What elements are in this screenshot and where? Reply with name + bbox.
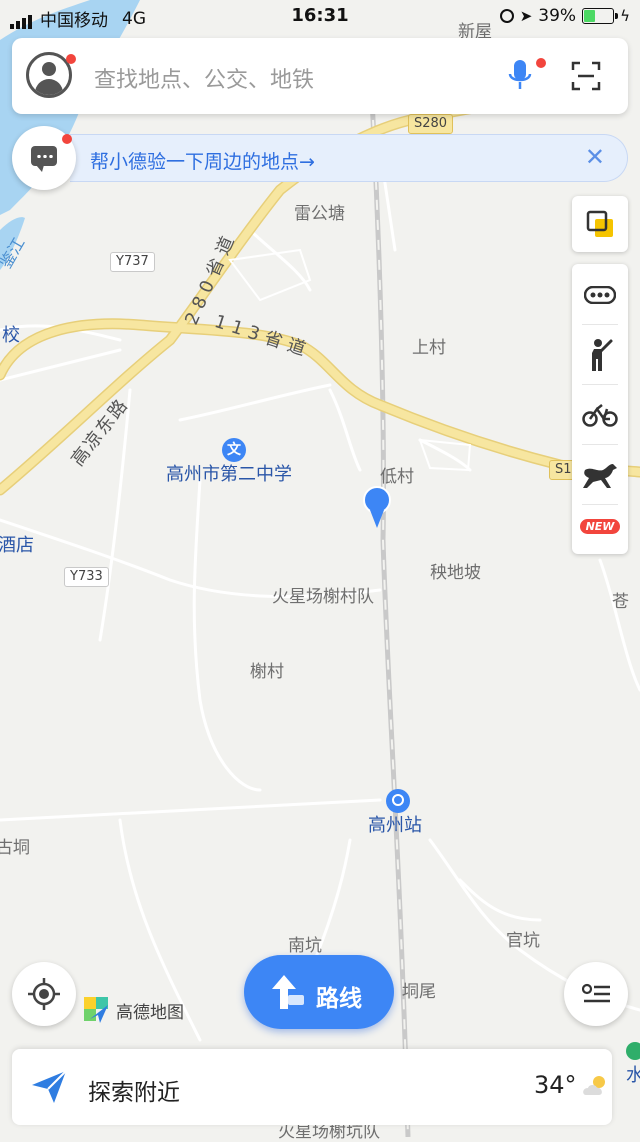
poi-label-hotel[interactable]: 酒店 <box>0 536 34 556</box>
partly-cloudy-icon <box>583 1076 605 1095</box>
taxi-button[interactable] <box>572 326 628 384</box>
place-label[interactable]: 苍 <box>612 592 629 612</box>
tip-banner[interactable]: 帮小德验一下周边的地点→ ✕ <box>70 134 628 182</box>
place-label[interactable]: 秧地坡 <box>430 563 481 583</box>
search-input[interactable]: 查找地点、公交、地铁 <box>94 62 314 94</box>
amap-logo-icon <box>84 997 108 1023</box>
horse-button[interactable] <box>572 446 628 504</box>
horse-icon <box>583 464 617 488</box>
orientation-lock-icon <box>499 9 514 23</box>
status-right: ➤ 39% ϟ <box>499 6 630 26</box>
road-shield-y737: Y737 <box>110 252 155 272</box>
scan-icon[interactable] <box>570 60 602 92</box>
battery-icon <box>582 8 619 24</box>
charging-icon: ϟ <box>620 7 630 25</box>
traffic-icon <box>584 286 616 304</box>
search-bar[interactable]: 查找地点、公交、地铁 <box>12 38 628 114</box>
map-tools-panel: NEW <box>572 264 628 554</box>
status-bar: 中国移动 4G 16:31 ➤ 39% ϟ <box>0 0 640 34</box>
microphone-icon[interactable] <box>506 58 534 94</box>
current-location-marker[interactable] <box>362 486 392 530</box>
layers-icon <box>586 210 613 237</box>
hailing-person-icon <box>592 339 613 371</box>
train-station-icon[interactable] <box>386 789 410 813</box>
place-label[interactable]: 火星场榭坑队 <box>278 1122 380 1142</box>
new-feature-button[interactable]: NEW <box>572 500 628 552</box>
place-label[interactable]: 榭村 <box>250 662 284 682</box>
explore-label[interactable]: 探索附近 <box>88 1073 180 1107</box>
place-label[interactable]: 上村 <box>412 338 446 358</box>
layers-button[interactable] <box>572 196 628 252</box>
message-notification-dot <box>62 134 72 144</box>
poi-marker-green[interactable] <box>626 1042 640 1060</box>
school-icon-label: 文 <box>227 442 241 458</box>
send-arrow-icon <box>32 1070 67 1103</box>
close-icon[interactable]: ✕ <box>585 145 605 169</box>
location-arrow-icon: ➤ <box>519 7 533 25</box>
place-label[interactable]: 火星场榭村队 <box>272 587 374 607</box>
poi-label-school[interactable]: 高州市第二中学 <box>166 465 292 485</box>
place-label[interactable]: 校 <box>2 326 20 346</box>
place-label[interactable]: 水 <box>626 1066 640 1086</box>
list-button[interactable] <box>564 962 628 1026</box>
route-arrow-icon <box>272 975 304 1009</box>
school-icon[interactable]: 文 <box>222 438 246 462</box>
avatar-notification-dot <box>66 54 76 64</box>
place-label[interactable]: 南坑 <box>288 936 322 956</box>
brand-name: 高德地图 <box>116 1002 184 1023</box>
place-label[interactable]: 官坑 <box>506 931 540 951</box>
new-badge: NEW <box>579 518 621 534</box>
road-shield-y733: Y733 <box>64 567 109 587</box>
locate-me-button[interactable] <box>12 962 76 1026</box>
route-button[interactable]: 路线 <box>244 955 394 1029</box>
list-icon <box>582 983 610 1003</box>
bike-button[interactable] <box>572 386 628 444</box>
place-label[interactable]: 古垌 <box>0 838 30 858</box>
mic-notification-dot <box>536 58 546 68</box>
brand-logo: 高德地图 <box>82 995 184 1025</box>
bicycle-icon <box>582 404 618 427</box>
road-shield-s280: S280 <box>408 114 454 134</box>
place-label[interactable]: 雷公塘 <box>294 204 345 224</box>
place-label[interactable]: 低村 <box>380 467 414 487</box>
crosshair-icon <box>28 978 60 1010</box>
temperature: 34° <box>534 1071 577 1099</box>
route-label: 路线 <box>316 986 362 1012</box>
explore-nearby-panel[interactable]: 探索附近 34° <box>12 1049 612 1125</box>
battery-percent: 39% <box>538 6 577 26</box>
place-label[interactable]: 垌尾 <box>402 982 436 1002</box>
traffic-button[interactable] <box>572 266 628 324</box>
poi-label-station[interactable]: 高州站 <box>368 816 422 836</box>
tip-text[interactable]: 帮小德验一下周边的地点→ <box>90 147 315 174</box>
